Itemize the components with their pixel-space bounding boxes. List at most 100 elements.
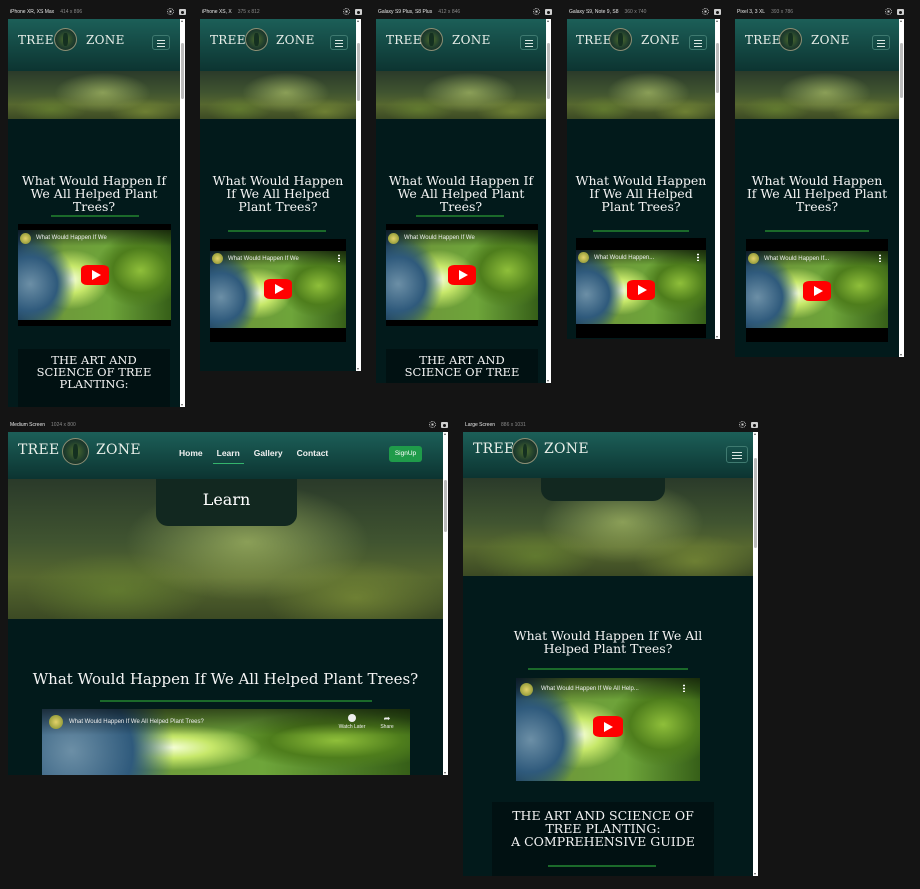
- brand-tree[interactable]: TREE: [386, 33, 422, 47]
- device-toolbar: iPhone XR, XS Max 414 x 896: [10, 5, 188, 19]
- brand-tree[interactable]: TREE: [18, 33, 54, 47]
- brand-tree[interactable]: TREE: [576, 33, 612, 47]
- menu-toggle-icon[interactable]: [330, 35, 348, 50]
- screenshot-camera-icon[interactable]: [355, 9, 362, 15]
- scrollbar[interactable]: [356, 19, 361, 371]
- scrollbar[interactable]: [180, 19, 185, 407]
- nav-contact[interactable]: Contact: [297, 448, 329, 458]
- scrollbar[interactable]: [753, 432, 758, 876]
- device-size: 360 x 740: [624, 9, 647, 15]
- youtube-play-icon[interactable]: [81, 265, 109, 285]
- youtube-video[interactable]: What Would Happen If We: [18, 224, 171, 326]
- scrollbar[interactable]: [546, 19, 551, 383]
- brand-zone[interactable]: ZONE: [641, 33, 680, 47]
- video-top-bar: What Would Happen If We: [210, 251, 346, 266]
- more-options-icon[interactable]: [683, 684, 685, 692]
- viewport: TREE ZONE What Would Happen If We All He…: [376, 19, 546, 383]
- youtube-video[interactable]: What Would Happen If We: [210, 239, 346, 342]
- nav-learn[interactable]: Learn: [212, 448, 244, 464]
- youtube-play-icon[interactable]: [593, 716, 623, 737]
- main-nav: Home Learn Gallery Contact: [179, 448, 329, 464]
- tree-logo-icon[interactable]: [779, 28, 802, 51]
- card-underline: [548, 865, 656, 867]
- settings-gear-icon[interactable]: [885, 8, 892, 15]
- settings-gear-icon[interactable]: [739, 421, 746, 428]
- channel-avatar-icon[interactable]: [20, 232, 31, 244]
- settings-gear-icon[interactable]: [533, 8, 540, 15]
- scrollbar-thumb[interactable]: [754, 458, 757, 548]
- tree-logo-icon[interactable]: [62, 438, 89, 465]
- settings-gear-icon[interactable]: [702, 8, 709, 15]
- menu-toggle-icon[interactable]: [689, 35, 707, 50]
- youtube-video[interactable]: What Would Happen...: [576, 238, 706, 338]
- signup-button[interactable]: SignUp: [389, 446, 422, 462]
- youtube-video[interactable]: What Would Happen If We: [386, 224, 538, 326]
- youtube-play-icon[interactable]: [448, 265, 476, 285]
- scrollbar-thumb[interactable]: [716, 43, 719, 93]
- tree-logo-icon[interactable]: [512, 438, 538, 464]
- screenshot-camera-icon[interactable]: [545, 9, 552, 15]
- settings-gear-icon[interactable]: [343, 8, 350, 15]
- brand-zone[interactable]: ZONE: [811, 33, 850, 47]
- channel-avatar-icon[interactable]: [49, 715, 63, 729]
- brand-zone[interactable]: ZONE: [86, 33, 125, 47]
- brand-zone[interactable]: ZONE: [96, 442, 141, 458]
- brand-zone[interactable]: ZONE: [544, 441, 589, 457]
- section-title: What Would Happen If We All Helped Plant…: [513, 628, 703, 657]
- scrollbar-thumb[interactable]: [900, 43, 903, 98]
- scrollbar-thumb[interactable]: [547, 43, 550, 99]
- tree-logo-icon[interactable]: [420, 28, 443, 51]
- nav-home[interactable]: Home: [179, 448, 203, 458]
- settings-gear-icon[interactable]: [429, 421, 436, 428]
- menu-toggle-icon[interactable]: [152, 35, 170, 50]
- youtube-video[interactable]: What Would Happen If We All Helped Plant…: [42, 709, 410, 775]
- brand-zone[interactable]: ZONE: [276, 33, 315, 47]
- scrollbar-thumb[interactable]: [357, 43, 360, 101]
- video-title[interactable]: What Would Happen If We: [36, 235, 107, 241]
- channel-avatar-icon[interactable]: [212, 253, 223, 264]
- hero-image: [376, 71, 546, 119]
- watch-later-button[interactable]: Watch Later: [337, 714, 367, 730]
- channel-avatar-icon[interactable]: [520, 682, 533, 696]
- channel-avatar-icon[interactable]: [388, 232, 399, 244]
- channel-avatar-icon[interactable]: [748, 253, 759, 264]
- scrollbar[interactable]: [715, 19, 720, 339]
- video-top-bar: What Would Happen If We All Help...: [516, 678, 700, 700]
- brand-tree[interactable]: TREE: [473, 441, 515, 457]
- more-options-icon[interactable]: [879, 254, 881, 262]
- scrollbar[interactable]: [899, 19, 904, 357]
- youtube-video[interactable]: What Would Happen If...: [746, 239, 888, 342]
- more-options-icon[interactable]: [697, 253, 699, 261]
- nav-gallery[interactable]: Gallery: [254, 448, 283, 458]
- youtube-video[interactable]: What Would Happen If We All Help...: [516, 678, 700, 781]
- settings-gear-icon[interactable]: [167, 8, 174, 15]
- device-name: iPhone XS, X: [202, 9, 232, 15]
- menu-toggle-icon[interactable]: [872, 35, 890, 50]
- youtube-play-icon[interactable]: [264, 279, 292, 299]
- screenshot-camera-icon[interactable]: [751, 422, 758, 428]
- scrollbar-thumb[interactable]: [181, 43, 184, 99]
- brand-zone[interactable]: ZONE: [452, 33, 491, 47]
- screenshot-camera-icon[interactable]: [179, 9, 186, 15]
- youtube-play-icon[interactable]: [627, 280, 655, 300]
- scrollbar[interactable]: [443, 432, 448, 775]
- youtube-play-icon[interactable]: [803, 281, 831, 301]
- more-options-icon[interactable]: [338, 254, 340, 262]
- channel-avatar-icon[interactable]: [578, 252, 589, 263]
- menu-toggle-icon[interactable]: [520, 35, 538, 50]
- device-size: 393 x 786: [771, 9, 794, 15]
- menu-toggle-icon[interactable]: [726, 446, 748, 463]
- tree-logo-icon[interactable]: [609, 28, 632, 51]
- screenshot-camera-icon[interactable]: [441, 422, 448, 428]
- screenshot-camera-icon[interactable]: [897, 9, 904, 15]
- tree-logo-icon[interactable]: [54, 28, 77, 51]
- scrollbar-thumb[interactable]: [444, 480, 447, 532]
- screenshot-camera-icon[interactable]: [714, 9, 721, 15]
- brand-tree[interactable]: TREE: [18, 442, 60, 458]
- brand-tree[interactable]: TREE: [210, 33, 246, 47]
- share-button[interactable]: ➦ Share: [376, 714, 398, 730]
- tree-logo-icon[interactable]: [245, 28, 268, 51]
- brand-tree[interactable]: TREE: [745, 33, 781, 47]
- section-title: What Would Happen If We All Helped Plant…: [388, 173, 534, 215]
- viewport: TREE ZONE What Would Happen If We All He…: [567, 19, 715, 339]
